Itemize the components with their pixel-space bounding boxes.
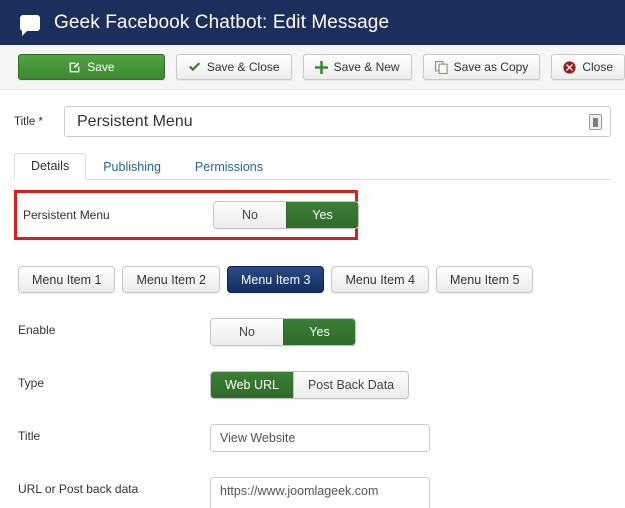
save-and-new-label: Save & New xyxy=(333,60,400,74)
save-and-new-button[interactable]: Save & New xyxy=(302,54,412,80)
save-button-label: Save xyxy=(87,60,115,74)
tab-details[interactable]: Details xyxy=(14,152,87,180)
menu-item-tabs: Menu Item 1 Menu Item 2 Menu Item 3 Menu… xyxy=(18,266,611,293)
tab-details-label: Details xyxy=(31,158,70,173)
persistent-menu-toggle-no[interactable]: No xyxy=(214,202,286,228)
url-label: URL or Post back data xyxy=(18,482,139,496)
title-input[interactable]: Persistent Menu xyxy=(64,106,611,137)
item-title-row: Title View Website xyxy=(14,424,611,452)
type-toggle-web-url[interactable]: Web URL xyxy=(211,372,293,398)
page-title: Geek Facebook Chatbot: Edit Message xyxy=(54,11,390,33)
type-label: Type xyxy=(18,376,45,390)
item-title-label: Title xyxy=(18,429,41,443)
close-button[interactable]: Close xyxy=(551,54,625,80)
item-title-input[interactable]: View Website xyxy=(210,424,430,452)
check-icon xyxy=(188,61,201,73)
menu-item-tab-5-label: Menu Item 5 xyxy=(449,272,520,287)
close-button-label: Close xyxy=(582,60,613,74)
app-header: Geek Facebook Chatbot: Edit Message xyxy=(0,0,625,45)
menu-item-tab-3-label: Menu Item 3 xyxy=(240,272,311,287)
edit-pencil-icon xyxy=(68,61,81,74)
type-row: Type Web URL Post Back Data xyxy=(14,371,611,399)
menu-item-tab-1-label: Menu Item 1 xyxy=(32,272,102,287)
enable-toggle[interactable]: No Yes xyxy=(210,318,356,346)
menu-item-tab-3[interactable]: Menu Item 3 xyxy=(226,266,325,293)
title-input-value: Persistent Menu xyxy=(77,112,193,130)
type-toggle-post-back-data[interactable]: Post Back Data xyxy=(292,372,409,398)
tab-publishing-label: Publishing xyxy=(103,159,161,174)
persistent-menu-toggle-yes[interactable]: Yes xyxy=(286,202,358,228)
toolbar: Save Save & Close Save & New Save as Cop… xyxy=(0,45,625,90)
menu-item-tab-1[interactable]: Menu Item 1 xyxy=(18,266,116,293)
save-and-close-label: Save & Close xyxy=(206,60,280,74)
save-and-close-button[interactable]: Save & Close xyxy=(175,54,292,80)
enable-row: Enable No Yes xyxy=(14,318,611,346)
item-title-input-value: View Website xyxy=(220,431,296,445)
article-badge-icon[interactable] xyxy=(589,113,602,130)
tab-bar: Details Publishing Permissions xyxy=(14,150,611,180)
plus-icon xyxy=(314,60,328,74)
close-circle-icon xyxy=(563,60,576,74)
type-toggle[interactable]: Web URL Post Back Data xyxy=(210,371,410,399)
copy-icon xyxy=(434,60,448,74)
tab-permissions-label: Permissions xyxy=(194,159,263,174)
menu-item-tab-2[interactable]: Menu Item 2 xyxy=(122,266,220,293)
tab-permissions[interactable]: Permissions xyxy=(178,154,280,181)
menu-item-tab-4-label: Menu Item 4 xyxy=(345,272,415,287)
save-as-copy-label: Save as Copy xyxy=(453,60,529,74)
persistent-menu-label: Persistent Menu xyxy=(23,208,110,222)
enable-toggle-no[interactable]: No xyxy=(211,319,283,345)
tab-publishing[interactable]: Publishing xyxy=(86,154,178,181)
menu-item-tab-4[interactable]: Menu Item 4 xyxy=(331,266,429,293)
title-row: Title * Persistent Menu xyxy=(14,90,611,150)
menu-item-tab-2-label: Menu Item 2 xyxy=(136,272,206,287)
menu-item-tab-5[interactable]: Menu Item 5 xyxy=(435,266,534,293)
enable-label: Enable xyxy=(18,323,56,337)
url-textarea[interactable]: https://www.joomlageek.com xyxy=(210,477,430,508)
save-as-copy-button[interactable]: Save as Copy xyxy=(422,54,541,80)
url-row: URL or Post back data https://www.joomla… xyxy=(14,477,611,508)
title-label: Title * xyxy=(14,115,43,128)
comment-bubble-icon xyxy=(20,14,40,36)
save-button[interactable]: Save xyxy=(18,54,165,80)
form-body: Title * Persistent Menu Details Publishi… xyxy=(0,90,625,508)
persistent-menu-toggle[interactable]: No Yes xyxy=(213,201,359,229)
persistent-menu-highlight: Persistent Menu No Yes xyxy=(14,190,359,240)
url-textarea-value: https://www.joomlageek.com xyxy=(220,484,379,498)
enable-toggle-yes[interactable]: Yes xyxy=(283,319,355,345)
